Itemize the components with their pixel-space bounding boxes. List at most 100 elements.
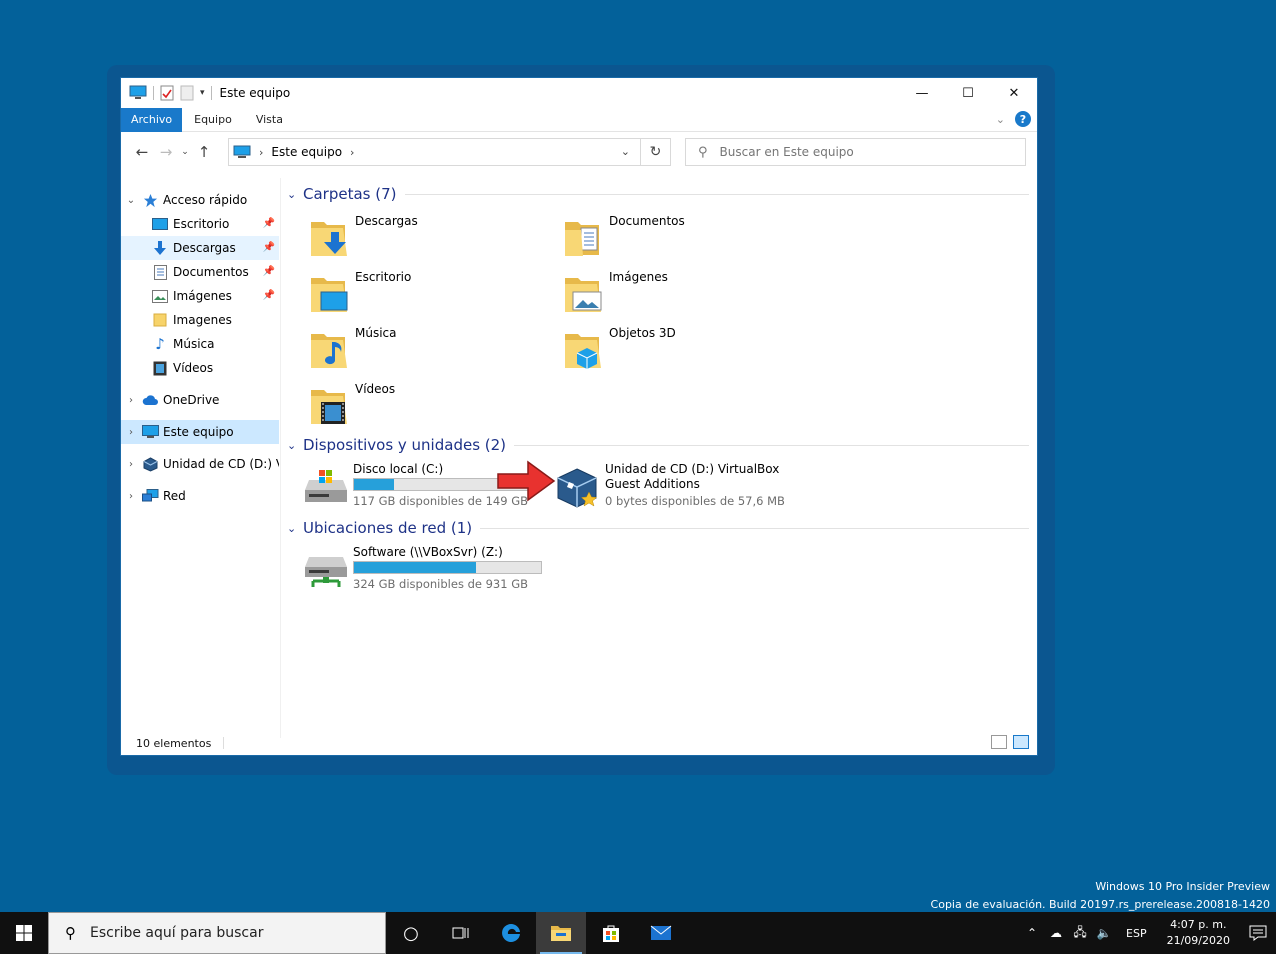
collapse-group-icon[interactable]: ⌄: [287, 439, 301, 452]
expand-icon[interactable]: ›: [121, 459, 141, 470]
input-language[interactable]: ESP: [1126, 927, 1147, 940]
window-controls: — ☐ ✕: [899, 78, 1037, 108]
sidebar-item-videos[interactable]: Vídeos: [121, 356, 279, 380]
action-center-button[interactable]: [1240, 912, 1276, 954]
expand-icon[interactable]: ›: [121, 395, 141, 406]
sidebar-item-acceso-rapido[interactable]: ⌄ Acceso rápido: [121, 188, 279, 212]
breadcrumb-separator[interactable]: ›: [350, 146, 354, 159]
address-history-icon[interactable]: ⌄: [621, 145, 630, 158]
status-divider: [223, 737, 225, 749]
network-tray-icon[interactable]: 🖧: [1068, 923, 1092, 944]
onedrive-tray-icon[interactable]: ☁: [1044, 926, 1068, 940]
pin-icon[interactable]: 📌: [263, 218, 275, 229]
start-button[interactable]: [0, 912, 48, 954]
drive-tile-z[interactable]: Software (\\VBoxSvr) (Z:) 324 GB disponi…: [303, 545, 553, 599]
cortana-button[interactable]: ○: [386, 912, 436, 954]
sidebar-item-descargas[interactable]: Descargas 📌: [121, 236, 279, 260]
large-icons-view-icon[interactable]: [1013, 735, 1029, 749]
sidebar-item-label: Acceso rápido: [163, 193, 248, 207]
pane-divider[interactable]: [280, 178, 281, 738]
folder-tile-escritorio[interactable]: Escritorio: [305, 270, 545, 324]
title-bar[interactable]: ▾ Este equipo — ☐ ✕: [121, 78, 1037, 108]
breadcrumb-este-equipo[interactable]: Este equipo: [271, 145, 342, 159]
sidebar-item-onedrive[interactable]: › OneDrive: [121, 388, 279, 412]
windows-logo-icon: [16, 925, 32, 941]
maximize-button[interactable]: ☐: [945, 78, 991, 108]
sidebar-item-imagenes-pinned[interactable]: Imágenes 📌: [121, 284, 279, 308]
new-folder-icon[interactable]: [180, 85, 194, 101]
volume-icon[interactable]: 🔈: [1092, 926, 1116, 940]
edge-button[interactable]: [486, 912, 536, 954]
cloud-icon: [141, 392, 159, 408]
folder-label: Escritorio: [355, 270, 412, 284]
sidebar-item-musica[interactable]: ♪ Música: [121, 332, 279, 356]
video-icon: [151, 360, 169, 376]
folder-tile-objetos-3d[interactable]: Objetos 3D: [559, 326, 799, 380]
forward-button[interactable]: →: [154, 143, 178, 161]
group-header-folders[interactable]: ⌄ Carpetas (7): [287, 183, 1031, 205]
drive-tile-d[interactable]: Unidad de CD (D:) VirtualBox Guest Addit…: [555, 462, 815, 516]
pin-icon[interactable]: 📌: [263, 290, 275, 301]
drive-free-space: 324 GB disponibles de 931 GB: [353, 577, 529, 591]
folder-tile-musica[interactable]: Música: [305, 326, 545, 380]
store-icon: [603, 925, 619, 942]
pin-icon[interactable]: 📌: [263, 242, 275, 253]
sidebar-item-escritorio[interactable]: Escritorio 📌: [121, 212, 279, 236]
tab-archivo[interactable]: Archivo: [121, 107, 183, 132]
expand-ribbon-icon[interactable]: ⌄: [996, 113, 1005, 126]
search-input[interactable]: [719, 145, 1000, 159]
collapse-icon[interactable]: ⌄: [121, 195, 141, 206]
mail-icon: [650, 925, 672, 940]
store-button[interactable]: [586, 912, 636, 954]
taskbar-search-box[interactable]: ⚲ Escribe aquí para buscar: [48, 912, 386, 954]
desktop-icon: [151, 216, 169, 232]
customize-toolbar-icon[interactable]: ▾: [200, 88, 205, 98]
computer-icon: [129, 85, 147, 99]
clock[interactable]: 4:07 p. m. 21/09/2020: [1167, 917, 1230, 949]
minimize-button[interactable]: —: [899, 78, 945, 108]
folder-tile-descargas[interactable]: Descargas: [305, 214, 545, 268]
sidebar-item-label: Descargas: [173, 241, 236, 255]
mail-button[interactable]: [636, 912, 686, 954]
address-bar[interactable]: › Este equipo › ⌄ ↻: [228, 138, 671, 166]
breadcrumb-separator[interactable]: ›: [259, 146, 263, 159]
show-hidden-icons-icon[interactable]: ⌃: [1020, 926, 1044, 940]
back-button[interactable]: ←: [130, 143, 154, 161]
sidebar-item-cd-drive[interactable]: › Unidad de CD (D:) VirtualBox Guest Add…: [121, 452, 279, 476]
close-button[interactable]: ✕: [991, 78, 1037, 108]
collapse-group-icon[interactable]: ⌄: [287, 188, 301, 201]
file-explorer-taskbar-button[interactable]: [536, 912, 586, 954]
help-button[interactable]: ?: [1015, 111, 1031, 127]
status-bar: 10 elementos: [121, 731, 1037, 755]
collapse-group-icon[interactable]: ⌄: [287, 522, 301, 535]
group-header-devices[interactable]: ⌄ Dispositivos y unidades (2): [287, 434, 1031, 456]
pin-icon[interactable]: 📌: [263, 266, 275, 277]
music-icon: ♪: [155, 335, 165, 353]
properties-icon[interactable]: [160, 85, 174, 101]
up-button[interactable]: ↑: [192, 143, 216, 161]
group-header-network[interactable]: ⌄ Ubicaciones de red (1): [287, 517, 1031, 539]
file-explorer-window: ▾ Este equipo — ☐ ✕ Archivo Equipo Vista…: [120, 77, 1038, 756]
task-view-button[interactable]: [436, 912, 486, 954]
sidebar-item-este-equipo[interactable]: › Este equipo: [121, 420, 279, 444]
navigation-pane: ⌄ Acceso rápido Escritorio 📌 Descargas 📌…: [121, 188, 279, 733]
drive-label: Unidad de CD (D:) VirtualBox Guest Addit…: [605, 462, 780, 491]
refresh-button[interactable]: ↻: [640, 139, 670, 165]
tab-vista[interactable]: Vista: [244, 108, 295, 132]
sidebar-item-label: Música: [173, 337, 215, 351]
folder-tile-imagenes[interactable]: Imágenes: [559, 270, 799, 324]
search-box[interactable]: ⚲: [685, 138, 1026, 166]
sidebar-item-documentos[interactable]: Documentos 📌: [121, 260, 279, 284]
folder-tile-videos[interactable]: Vídeos: [305, 382, 545, 436]
sidebar-item-red[interactable]: › Red: [121, 484, 279, 508]
sidebar-item-imagenes[interactable]: Imagenes: [121, 308, 279, 332]
expand-icon[interactable]: ›: [121, 427, 141, 438]
expand-icon[interactable]: ›: [121, 491, 141, 502]
recent-locations-button[interactable]: ⌄: [178, 147, 192, 157]
search-icon: ⚲: [698, 144, 708, 160]
details-view-icon[interactable]: [991, 735, 1007, 749]
tab-equipo[interactable]: Equipo: [182, 108, 244, 132]
folder-tile-documentos[interactable]: Documentos: [559, 214, 799, 268]
folder-label: Documentos: [609, 214, 685, 228]
toolbar-divider: [210, 86, 212, 100]
